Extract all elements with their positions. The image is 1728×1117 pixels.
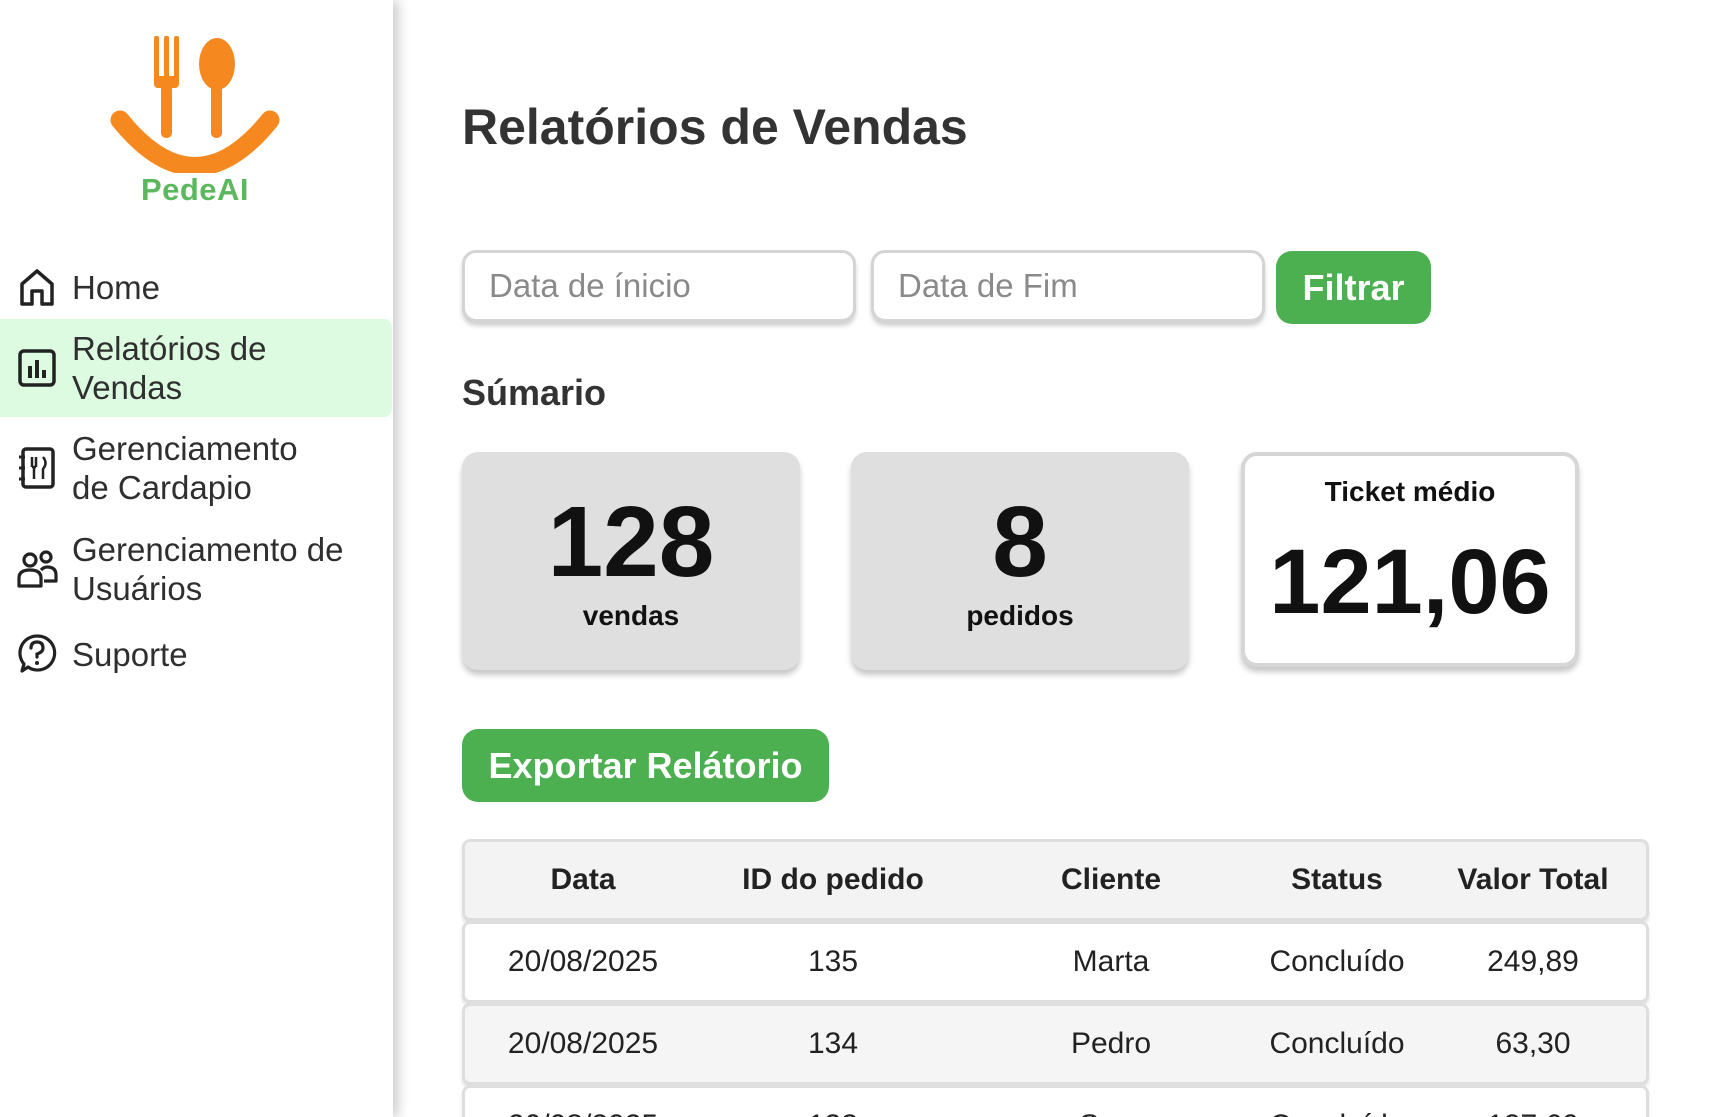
help-icon	[16, 633, 58, 675]
cell-date: 20/08/2025	[507, 1027, 659, 1060]
average-ticket-value: 121,06	[1269, 531, 1551, 633]
home-icon	[16, 266, 58, 308]
filter-button[interactable]: Filtrar	[1276, 251, 1431, 324]
orders-count: 8	[992, 486, 1048, 598]
column-header-order-id[interactable]: ID do pedido	[701, 842, 965, 918]
sidebar-item-label: Suporte	[72, 635, 188, 673]
menu-book-icon	[16, 447, 58, 489]
end-date-input[interactable]	[871, 250, 1265, 322]
cell-client: Marta	[1072, 945, 1150, 978]
column-header-date[interactable]: Data	[465, 842, 701, 918]
sidebar: PedeAI Home Relatórios de Vendas Gerencia…	[0, 0, 393, 1117]
summary-title: Súmario	[462, 372, 607, 413]
fork-spoon-logo-icon	[110, 36, 280, 173]
cell-client: Pedro	[1070, 1027, 1152, 1060]
sales-table: Data ID do pedido Cliente Status Valor T…	[462, 839, 1649, 1117]
orders-label: pedidos	[966, 600, 1074, 631]
sidebar-item-support[interactable]: Suporte	[0, 619, 392, 689]
sidebar-item-user-management[interactable]: Gerenciamento de Usuários	[0, 519, 392, 619]
app-root: PedeAI Home Relatórios de Vendas Gerencia…	[0, 0, 1728, 1117]
sales-label: vendas	[582, 600, 680, 631]
sales-summary-card: 128 vendas	[462, 452, 800, 670]
sidebar-item-label: Gerenciamento de Cardapio	[72, 430, 298, 506]
cell-order-id: 133	[701, 1088, 965, 1117]
average-ticket-caption: Ticket médio	[1324, 476, 1496, 507]
average-ticket-card: Ticket médio 121,06	[1241, 452, 1579, 667]
column-header-client[interactable]: Cliente	[965, 842, 1257, 918]
column-header-total[interactable]: Valor Total	[1417, 842, 1649, 918]
cell-date: 20/08/2025	[507, 945, 659, 978]
sales-count: 128	[547, 486, 715, 598]
sidebar-item-label: Relatórios de Vendas	[72, 330, 267, 406]
bar-chart-icon	[16, 347, 58, 389]
sidebar-item-sales-reports[interactable]: Relatórios de Vendas	[0, 319, 392, 417]
cell-total: 63,30	[1495, 1027, 1571, 1060]
start-date-input[interactable]	[462, 250, 856, 322]
sidebar-item-menu-management[interactable]: Gerenciamento de Cardapio	[0, 417, 392, 519]
page-title: Relatórios de Vendas	[462, 99, 968, 155]
table-row[interactable]: 20/08/2025 133 Sara Concluído 127,60	[462, 1085, 1649, 1117]
cell-status: Concluído	[1269, 945, 1405, 978]
orders-summary-card: 8 pedidos	[851, 452, 1189, 670]
sidebar-nav: Home Relatórios de Vendas Gerenciamento de…	[0, 255, 393, 689]
export-report-button[interactable]: Exportar Relátorio	[462, 729, 829, 802]
cell-date: 20/08/2025	[465, 1088, 701, 1117]
cell-order-id: 135	[807, 945, 859, 978]
sidebar-item-home[interactable]: Home	[0, 255, 392, 319]
logo: PedeAI	[110, 28, 280, 213]
cell-status: Concluído	[1269, 1027, 1405, 1060]
cell-total: 127,60	[1417, 1088, 1649, 1117]
table-row[interactable]: 20/08/2025 134 Pedro Concluído 63,30	[462, 1003, 1649, 1085]
users-icon	[16, 548, 58, 590]
table-header-row: Data ID do pedido Cliente Status Valor T…	[462, 839, 1649, 921]
cell-total: 249,89	[1487, 945, 1579, 978]
cell-status: Concluído	[1257, 1088, 1417, 1117]
cell-order-id: 134	[807, 1027, 859, 1060]
column-header-status[interactable]: Status	[1257, 842, 1417, 918]
sidebar-item-label: Home	[72, 268, 161, 306]
sidebar-item-label: Gerenciamento de Usuários	[72, 531, 344, 607]
cell-client: Sara	[965, 1088, 1257, 1117]
brand-name: PedeAI	[140, 172, 250, 207]
table-row[interactable]: 20/08/2025 135 Marta Concluído 249,89	[462, 921, 1649, 1003]
main-content: Relatórios de Vendas Filtrar Súmario 128…	[393, 0, 1728, 1117]
